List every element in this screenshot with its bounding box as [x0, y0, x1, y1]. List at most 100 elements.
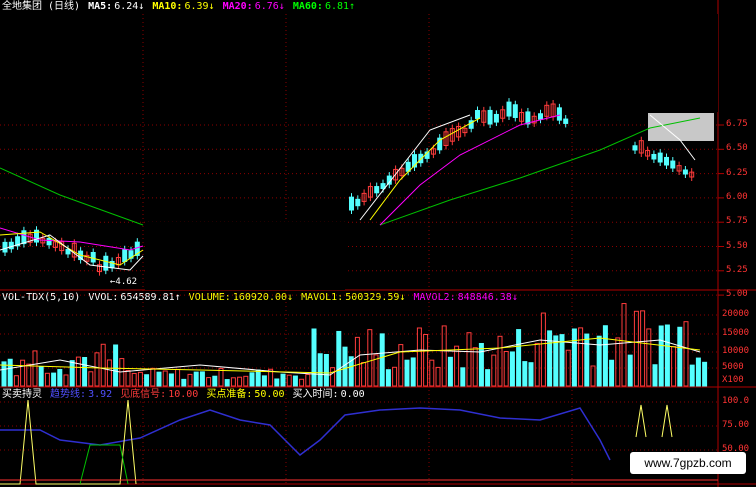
volume-bar — [144, 374, 150, 387]
price-panel — [0, 14, 718, 290]
volume-bar — [664, 324, 670, 387]
volume-bar — [367, 329, 373, 387]
candle-body — [493, 113, 499, 123]
mask-block — [145, 222, 345, 290]
volume-bar — [336, 330, 342, 387]
volume-bar — [131, 372, 137, 387]
ma60-line — [0, 167, 144, 226]
volume-bar — [255, 369, 261, 387]
volume-bar — [658, 325, 664, 387]
volume-bar — [38, 366, 44, 387]
volume-bar — [472, 347, 478, 387]
volume-bar — [466, 332, 472, 387]
chart-canvas — [0, 0, 756, 487]
volume-bar — [602, 325, 608, 387]
candle-body — [563, 118, 569, 124]
mask-block — [560, 14, 718, 112]
candle-body — [122, 249, 128, 262]
volume-bar — [113, 344, 119, 387]
volume-tick-label: 15000 — [722, 328, 750, 338]
candle-body — [355, 198, 361, 207]
candle-body — [506, 101, 512, 117]
volume-bar — [330, 367, 336, 387]
volume-tick-label: X100 — [722, 375, 744, 385]
volume-bar — [528, 362, 534, 387]
volume-bar — [75, 356, 81, 387]
candle-body — [657, 152, 663, 163]
volume-bar — [280, 373, 286, 387]
stock-chart-window: 全地集团 (日线) MA5: 6.24↓ MA10: 6.39↓ MA20: 6.76… — [0, 0, 756, 487]
volume-bar — [311, 328, 317, 387]
volume-bar — [677, 326, 683, 387]
candle-body — [349, 196, 354, 211]
volume-bar — [106, 359, 112, 387]
candle-body — [374, 186, 380, 194]
volume-bar — [156, 371, 162, 387]
volume-bar — [478, 342, 484, 387]
price-tick-label: 5.75 — [726, 216, 748, 227]
volume-bar — [51, 372, 57, 387]
volume-bar — [460, 367, 466, 387]
volume-bar — [82, 357, 88, 387]
volume-bar — [7, 358, 13, 387]
volume-bar — [323, 353, 329, 387]
volume-bar — [361, 362, 367, 387]
volume-bar — [88, 371, 94, 387]
volume-bar — [26, 363, 32, 387]
volume-bar — [150, 367, 156, 387]
volume-bar — [57, 368, 63, 387]
volume-bar — [237, 376, 243, 387]
volume-bar — [640, 310, 646, 387]
volume-bar — [441, 325, 447, 387]
volume-tick-label: 10000 — [722, 346, 750, 356]
volume-bar — [590, 365, 596, 387]
volume-panel — [0, 303, 708, 387]
volume-bar — [274, 378, 280, 387]
trend-line — [0, 407, 611, 461]
volume-bar — [385, 369, 391, 387]
candle-body — [46, 237, 52, 246]
volume-bar — [553, 335, 559, 387]
candle-body — [556, 107, 562, 121]
volume-bar — [168, 373, 174, 387]
volume-bar — [596, 335, 602, 387]
volume-bar — [317, 353, 323, 387]
volume-bar — [305, 374, 311, 387]
volume-tick-label: 20000 — [722, 309, 750, 319]
price-tick-label: 5.50 — [726, 240, 748, 251]
volume-bar — [212, 375, 218, 387]
volume-bar — [627, 354, 633, 387]
volume-bar — [534, 342, 540, 387]
volume-bar — [516, 329, 522, 387]
volume-bar — [435, 366, 441, 387]
volume-bar — [125, 370, 131, 387]
volume-bar — [584, 333, 590, 387]
volume-bar — [447, 356, 453, 387]
volume-bar — [633, 310, 639, 387]
candle-body — [525, 111, 531, 125]
volume-bar — [199, 371, 205, 387]
volume-bar — [63, 374, 69, 387]
candle-body — [475, 110, 480, 119]
low-annotation: ←4.62 — [110, 277, 138, 287]
price-tick-label: 6.75 — [726, 119, 748, 129]
volume-bar — [243, 375, 249, 387]
volume-bar — [292, 375, 298, 387]
candle-body — [487, 109, 493, 125]
candle-body — [90, 251, 96, 263]
candle-body — [664, 156, 669, 166]
volume-bar — [621, 303, 627, 387]
volume-bar — [423, 333, 429, 387]
volume-bar — [503, 351, 509, 387]
volume-bar — [94, 352, 100, 387]
signal-spike — [661, 404, 673, 438]
volume-bar — [299, 378, 305, 387]
volume-bar — [100, 343, 106, 387]
volume-bar — [571, 328, 577, 387]
candle-body — [512, 104, 518, 118]
indicator-tick-label: 75.00 — [722, 420, 750, 430]
candle-body — [682, 169, 688, 175]
ma10-line — [369, 117, 481, 221]
volume-tick-label: 5000 — [722, 362, 744, 372]
candle-body — [538, 113, 543, 120]
